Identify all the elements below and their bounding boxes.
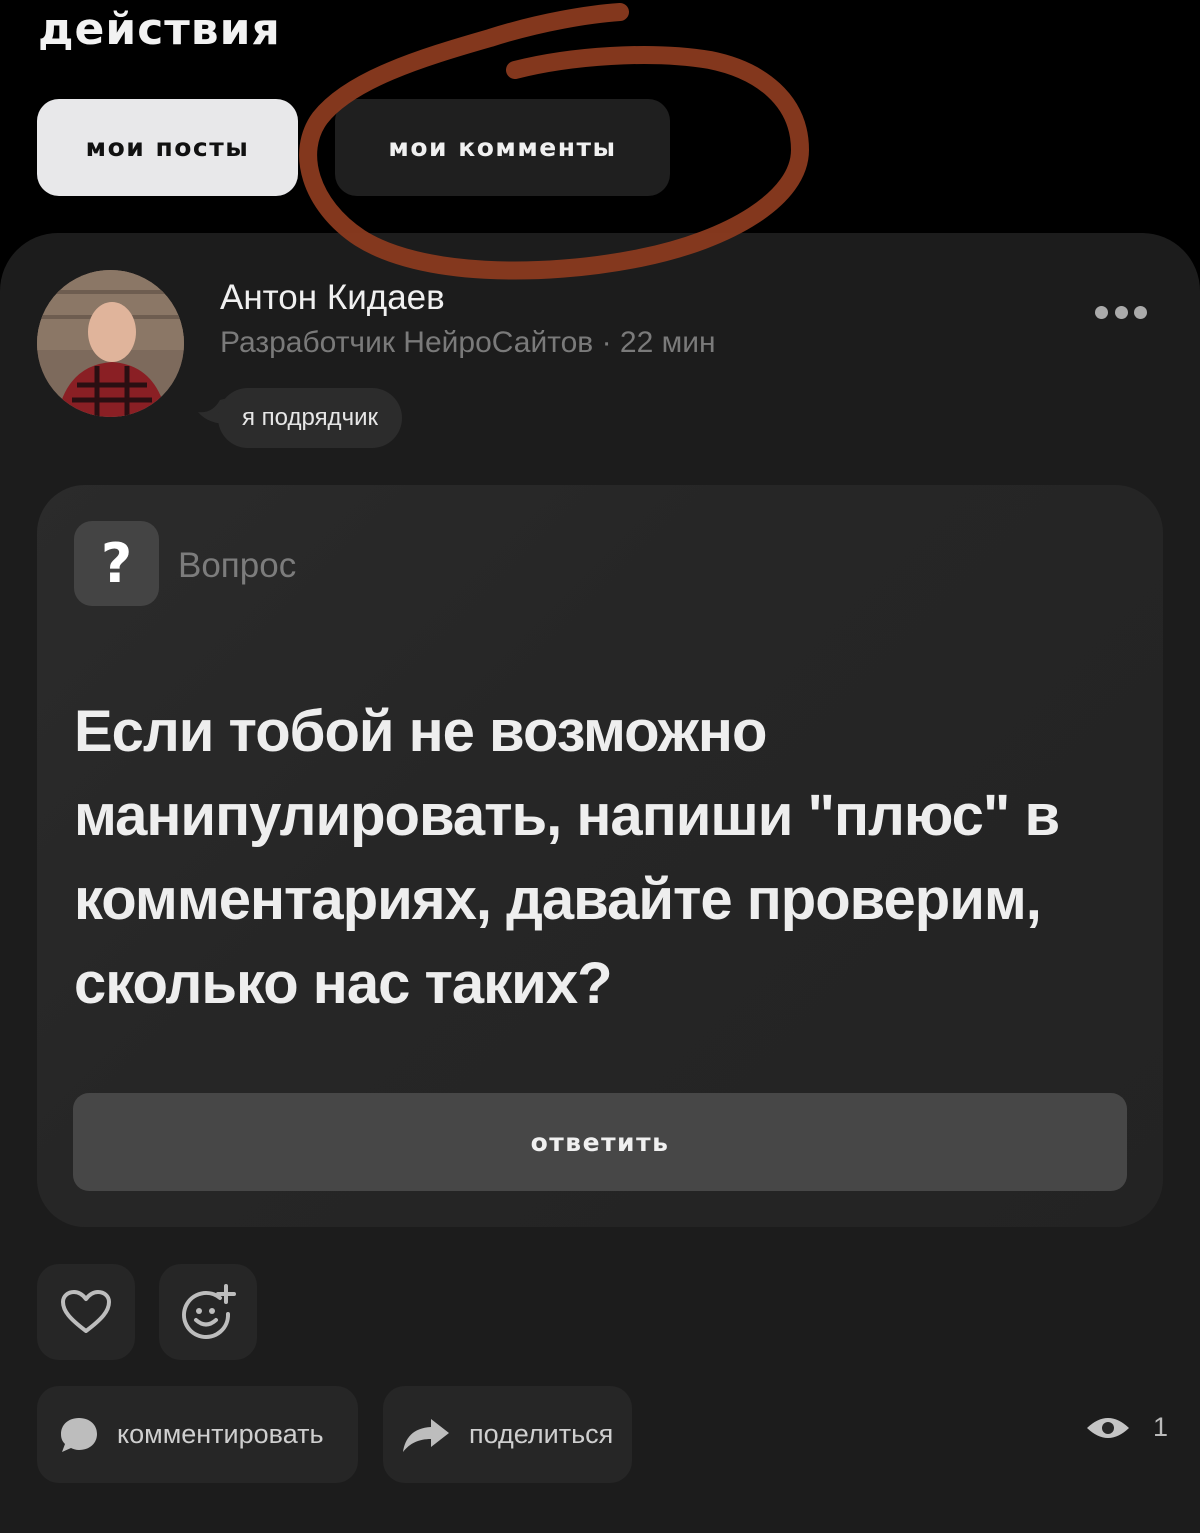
like-button[interactable]	[37, 1264, 135, 1360]
question-text: Если тобой не возможно манипулировать, н…	[74, 699, 1060, 1016]
add-reaction-icon	[182, 1284, 236, 1339]
question-type-label: Вопрос	[178, 546, 297, 585]
add-reaction-button[interactable]	[159, 1264, 257, 1360]
author-name[interactable]: Антон Кидаев	[220, 278, 445, 318]
more-dots-icon[interactable]	[1095, 304, 1147, 320]
share-label: поделиться	[469, 1419, 614, 1449]
views-counter: 1	[1085, 1412, 1168, 1443]
heart-icon	[61, 1290, 111, 1333]
views-count: 1	[1153, 1412, 1169, 1442]
comment-button[interactable]: комментировать	[37, 1386, 358, 1483]
share-button[interactable]: поделиться	[383, 1386, 632, 1483]
avatar-photo	[37, 270, 184, 417]
question-icon: ?	[74, 521, 159, 606]
avatar[interactable]	[37, 270, 184, 417]
share-arrow-icon	[403, 1418, 449, 1452]
tab-my-posts[interactable]: мои посты	[37, 99, 298, 196]
comment-bubble-icon	[61, 1417, 97, 1452]
eye-icon	[1087, 1417, 1129, 1438]
reply-button[interactable]: ответить	[73, 1093, 1127, 1191]
page-title: действия	[38, 4, 281, 55]
comment-label: комментировать	[117, 1419, 324, 1449]
tab-my-comments[interactable]: мои комменты	[335, 99, 670, 196]
role-badge: я подрядчик	[218, 388, 402, 448]
author-meta: Разработчик НейроСайтов · 22 мин	[220, 326, 716, 359]
